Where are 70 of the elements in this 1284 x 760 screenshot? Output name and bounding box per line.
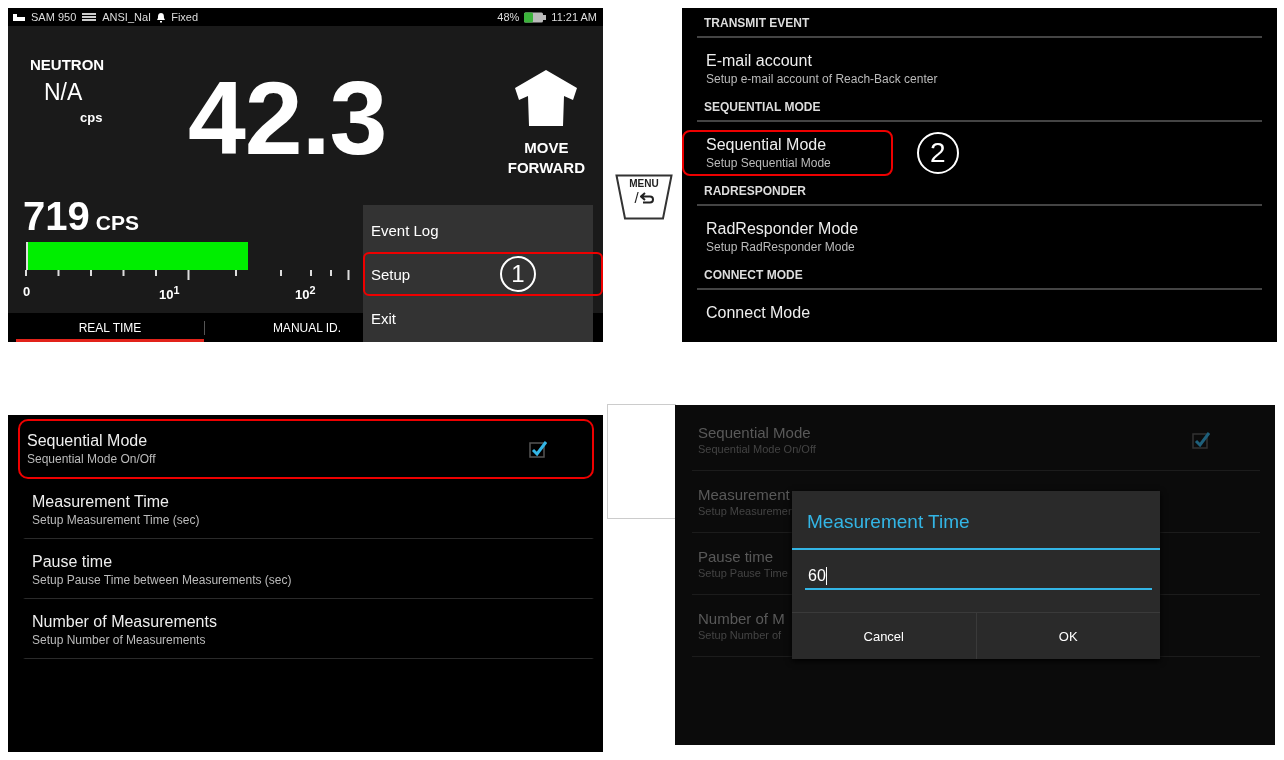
section-header: SEQUENTIAL MODE [697,98,1262,122]
battery-percent: 48% [497,11,520,23]
section-header: RADRESPONDER [697,182,1262,206]
back-arrow-icon [639,191,654,204]
dialog-button[interactable]: Cancel [792,613,976,659]
settings-item[interactable]: Number of Measurements Setup Number of Measurements [23,599,594,659]
item-title: Measurement Time [32,492,169,511]
bell-icon [156,11,167,23]
item-subtitle: Setup Pause Time between Measurements (sec) [32,572,292,587]
library-name: ANSI_NaI [102,11,152,23]
settings-item[interactable]: Sequential Mode Sequential Mode On/Off [18,419,594,479]
item-subtitle: Setup RadResponder Mode [706,240,856,254]
count-value: 719 [23,194,90,239]
item-title: Measurement [698,486,790,503]
mode-label: Fixed [171,11,199,23]
settings-item[interactable]: Pause time Setup Pause Time between Measurements (sec) [23,539,594,599]
dialog-button[interactable]: OK [975,613,1160,659]
checkbox[interactable] [529,440,547,458]
input-field[interactable]: 60 [805,564,1152,590]
menu-item[interactable]: Exit [363,296,603,340]
step-number: 1 [500,256,536,292]
item-title: RadResponder Mode [706,220,859,238]
battery-icon [524,11,547,23]
dialog-title: Measurement Time [792,491,1160,550]
count-unit: CPS [95,211,139,235]
menu-item-label: Event Log [371,221,439,239]
step-number: 2 [916,132,959,174]
item-title: E-mail account [706,52,813,70]
menu-item-label: Exit [371,309,396,327]
item-subtitle: Setup Sequential Mode [706,156,831,170]
device-name: SAM 950 [31,11,77,23]
item-title: Pause time [698,548,774,565]
dose-reading: 42.3 [188,66,387,170]
item-title: Connect Mode [706,304,811,322]
scale-label: 10$^{1}$ [159,284,180,303]
direction-label: MOVE FORWARD [507,138,585,177]
scale-label: 10$^{2}$ [295,284,316,303]
settings-item[interactable]: RadResponder Mode Setup RadResponder Mode [682,214,921,260]
item-subtitle: Setup Number of Measurements [32,632,206,647]
checkbox[interactable] [1192,430,1210,449]
menu-item-label: Setup [371,265,411,283]
neutron-unit: cps [80,110,104,125]
item-subtitle: Setup Measurement Time (sec) [32,512,200,527]
item-title: Pause time [32,552,113,571]
up-arrow-icon [515,70,578,126]
menu-item[interactable]: Setup 1 [363,252,603,296]
settings-item[interactable]: Sequential Mode Setup Sequential Mode [682,130,893,176]
section-header: TRANSMIT EVENT [697,14,1262,38]
neutron-value: N/A [44,79,84,106]
device-icon [12,12,26,22]
item-title: Sequential Mode [27,432,148,450]
settings-item[interactable]: E-mail account Setup e-mail account of Reach-Back center [682,46,1000,92]
field-value: 60 [808,567,826,585]
item-subtitle: Sequential Mode On/Off [27,452,156,466]
item-title: Number of M [698,610,785,627]
settings-item[interactable]: Measurement Time Setup Measurement Time (sec) [23,479,594,539]
neutron-label: NEUTRON [30,56,106,73]
menu-item[interactable]: Event Log [363,208,603,252]
item-title: Sequential Mode [698,424,811,441]
item-title: Number of Measurements [32,612,217,631]
scale-label: 0 [23,284,31,299]
key-slash: / [634,189,639,206]
item-title: Sequential Mode [706,136,828,154]
mode-tab[interactable]: REAL TIME [16,313,204,342]
clock: 11:21 AM [551,11,597,23]
item-subtitle: Setup e-mail account of Reach-Back center [706,72,938,86]
section-header: CONNECT MODE [697,266,1262,290]
stack-icon [81,12,98,22]
key-label: MENU [629,178,659,189]
settings-item[interactable]: Connect Mode [682,298,873,328]
